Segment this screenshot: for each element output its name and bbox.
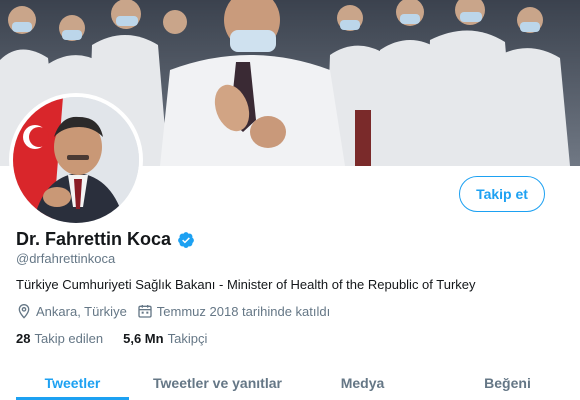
profile-meta: Ankara, Türkiye Temmuz 2018 tarihinde ka… xyxy=(16,303,340,319)
tab-tweets[interactable]: Tweetler xyxy=(0,366,145,400)
avatar-image xyxy=(13,97,139,223)
following-label: Takip edilen xyxy=(34,331,104,346)
tab-likes[interactable]: Beğeni xyxy=(435,366,580,400)
location-pin-icon xyxy=(18,304,30,319)
joined-text: Temmuz 2018 tarihinde katıldı xyxy=(156,303,331,319)
tab-tweets-and-replies[interactable]: Tweetler ve yanıtlar xyxy=(145,366,290,400)
following-value: 28 xyxy=(16,331,31,346)
profile-tabs: Tweetler Tweetler ve yanıtlar Medya Beğe… xyxy=(0,366,580,400)
name-row: Dr. Fahrettin Koca xyxy=(16,229,195,250)
location-text: Ankara, Türkiye xyxy=(36,303,127,319)
follow-counts: 28 Takip edilen 5,6 Mn Takipçi xyxy=(16,331,227,346)
location-item: Ankara, Türkiye xyxy=(16,303,127,319)
followers-label: Takipçi xyxy=(167,331,208,346)
following-count[interactable]: 28 Takip edilen xyxy=(16,331,103,346)
display-name: Dr. Fahrettin Koca xyxy=(16,229,172,249)
joined-item: Temmuz 2018 tarihinde katıldı xyxy=(137,303,330,319)
followers-count[interactable]: 5,6 Mn Takipçi xyxy=(123,331,207,346)
verified-badge-icon xyxy=(177,231,195,249)
follow-button[interactable]: Takip et xyxy=(459,176,545,212)
tab-media[interactable]: Medya xyxy=(290,366,435,400)
profile-bio: Türkiye Cumhuriyeti Sağlık Bakanı - Mini… xyxy=(16,277,476,292)
calendar-icon xyxy=(138,305,152,318)
profile-handle: @drfahrettinkoca xyxy=(16,251,116,266)
profile-avatar[interactable] xyxy=(9,93,143,227)
followers-value: 5,6 Mn xyxy=(123,331,164,346)
